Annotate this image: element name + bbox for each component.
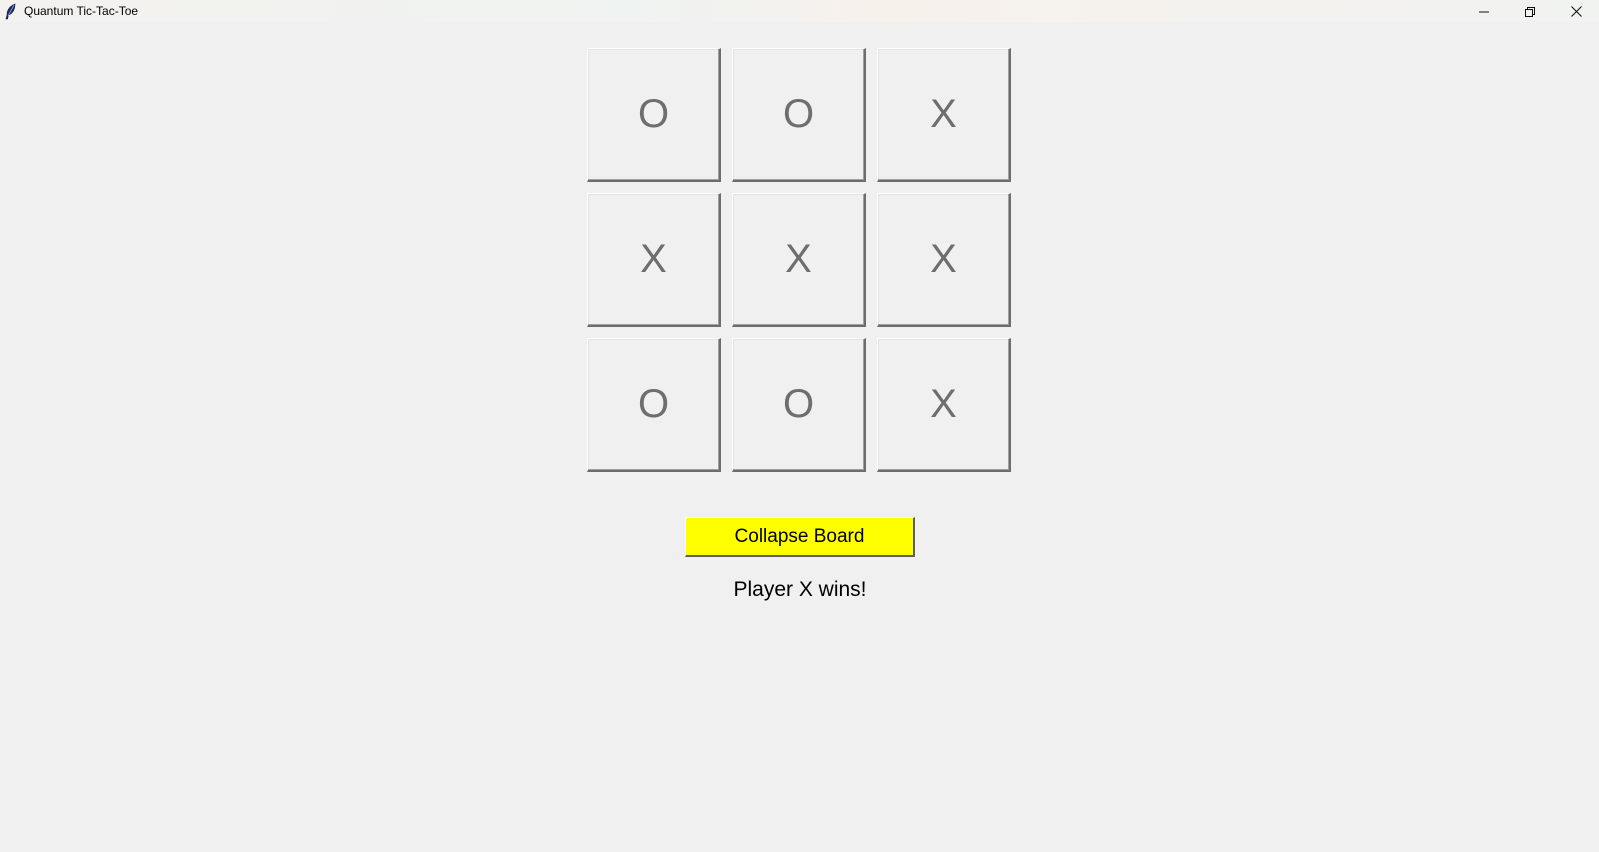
board-cell-r3c2[interactable]: O <box>732 338 866 472</box>
restore-icon <box>1525 6 1535 17</box>
title-bar[interactable]: Quantum Tic-Tac-Toe <box>0 0 1599 23</box>
board-cell-r1c3[interactable]: X <box>877 48 1011 182</box>
board-cell-r2c1[interactable]: X <box>587 193 721 327</box>
minimize-icon <box>1479 7 1489 17</box>
board-cell-r3c1[interactable]: O <box>587 338 721 472</box>
restore-button[interactable] <box>1507 0 1553 23</box>
collapse-board-button[interactable]: Collapse Board <box>685 517 915 557</box>
close-icon <box>1570 6 1582 17</box>
window-title: Quantum Tic-Tac-Toe <box>24 4 139 18</box>
board-cell-r1c1[interactable]: O <box>587 48 721 182</box>
board-cell-r3c3[interactable]: X <box>877 338 1011 472</box>
board-cell-r2c3[interactable]: X <box>877 193 1011 327</box>
minimize-button[interactable] <box>1461 0 1507 23</box>
status-message: Player X wins! <box>733 578 867 601</box>
board-cell-r2c2[interactable]: X <box>732 193 866 327</box>
close-button[interactable] <box>1553 0 1599 23</box>
board-cell-r1c2[interactable]: O <box>732 48 866 182</box>
app-window: Quantum Tic-Tac-Toe O O X X X X O O X Co… <box>0 0 1599 852</box>
feather-icon <box>4 3 18 20</box>
